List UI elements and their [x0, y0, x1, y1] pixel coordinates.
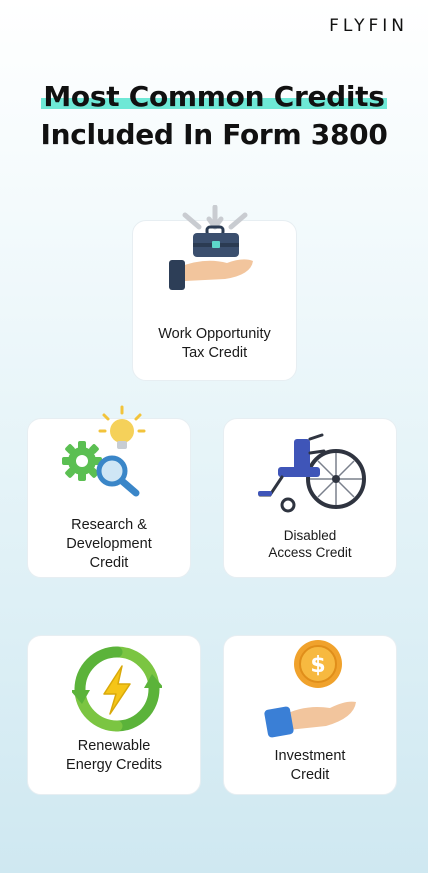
- title-line-1: Most Common Credits: [41, 80, 387, 113]
- card-research-development: Research & Development Credit: [27, 405, 191, 578]
- brand-logo: FLYFIN: [329, 16, 408, 36]
- card-label: Disabled Access Credit: [268, 528, 352, 560]
- gear-bulb-magnifier-icon: [62, 405, 146, 497]
- card-label: Renewable Energy Credits: [66, 738, 162, 773]
- title-line-2: Included In Form 3800: [40, 118, 388, 151]
- card-label: Work Opportunity Tax Credit: [158, 326, 271, 361]
- wheelchair-icon: [258, 433, 366, 513]
- card-work-opportunity: Work Opportunity Tax Credit: [132, 205, 297, 381]
- card-investment: $ Investment Credit: [223, 635, 397, 795]
- coin-hand-icon: $: [264, 640, 356, 738]
- card-label: Investment Credit: [274, 748, 346, 783]
- page-title: Most Common Credits Included In Form 380…: [0, 78, 428, 154]
- svg-text:$: $: [310, 653, 325, 678]
- briefcase-hand-icon: [169, 205, 253, 290]
- renewable-energy-icon: [72, 646, 162, 732]
- card-label: Research & Development Credit: [66, 517, 152, 571]
- card-disabled-access: Disabled Access Credit: [223, 418, 397, 578]
- card-renewable-energy: Renewable Energy Credits: [27, 635, 201, 795]
